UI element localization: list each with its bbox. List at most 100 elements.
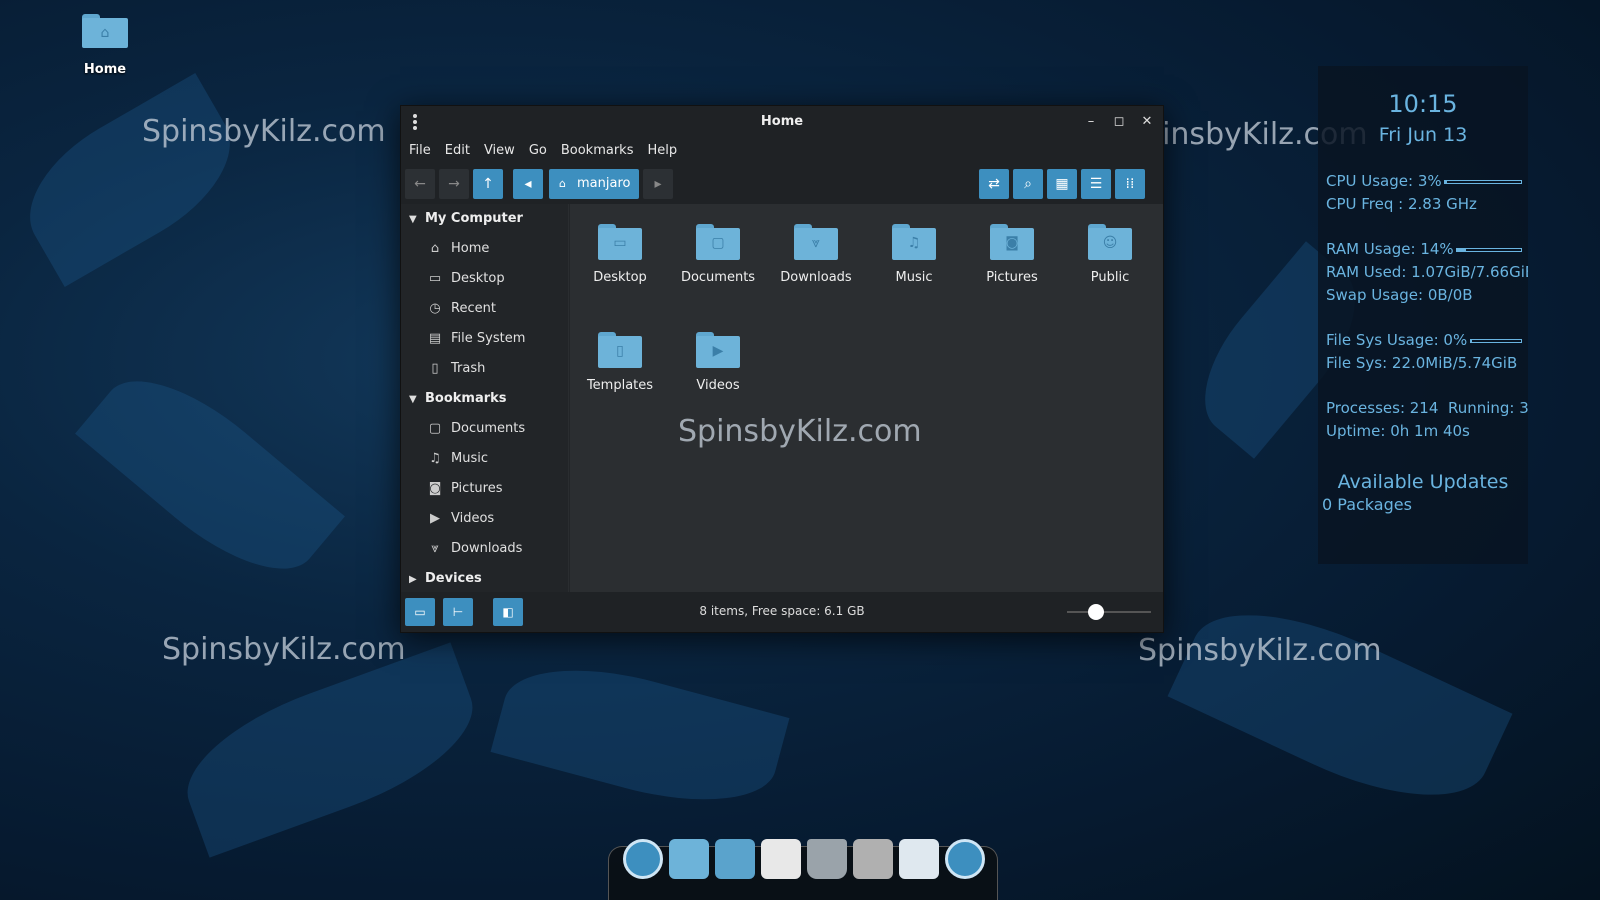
fs-usage-bar: [1470, 339, 1522, 343]
trash-dock-icon[interactable]: [807, 839, 847, 879]
fs-size: File Sys: 22.0MiB/5.74GiB: [1326, 354, 1518, 372]
recent-icon: ◷: [429, 301, 441, 316]
menu-help[interactable]: Help: [647, 138, 677, 164]
documents-folder-icon: ▢: [696, 224, 740, 260]
sidebar-item-music[interactable]: ♫ Music: [401, 444, 568, 474]
sidebar-item-home[interactable]: ⌂ Home: [401, 234, 568, 264]
processes: Processes: 214 Running: 3: [1326, 399, 1528, 417]
search-button[interactable]: ⌕: [1013, 169, 1043, 199]
file-item-music[interactable]: ♫ Music: [866, 224, 962, 285]
file-item-templates[interactable]: ▯ Templates: [572, 332, 668, 393]
grid-icon: ▦: [1055, 176, 1069, 192]
sidebar-item-videos[interactable]: ▶ Videos: [401, 504, 568, 534]
file-manager-window: Home – ◻ ✕ File Edit View Go Bookmarks H…: [400, 105, 1164, 633]
back-button[interactable]: ←: [405, 169, 435, 199]
sidebar-item-recent[interactable]: ◷ Recent: [401, 294, 568, 324]
sidebar: ▼ My Computer ⌂ Home ▭ Desktop ◷ Recent ▤ Fil…: [401, 204, 569, 594]
up-button[interactable]: ↑: [473, 169, 503, 199]
path-right-button[interactable]: ▸: [643, 169, 673, 199]
music-icon: ♫: [429, 451, 441, 466]
menu-edit[interactable]: Edit: [445, 138, 470, 164]
system-monitor-widget: 10:15 Fri Jun 13 CPU Usage: 3% CPU Freq …: [1318, 66, 1528, 564]
zoom-slider[interactable]: [1067, 604, 1151, 620]
desktop-home-icon[interactable]: ⌂ Home: [60, 14, 150, 77]
wallpaper-leaf: [75, 349, 345, 601]
music-folder-icon: ♫: [892, 224, 936, 260]
sidebar-item-desktop[interactable]: ▭ Desktop: [401, 264, 568, 294]
sidebar-item-documents[interactable]: ▢ Documents: [401, 414, 568, 444]
desktop-folder-icon: ▭: [598, 224, 642, 260]
sidebar-item-file-system[interactable]: ▤ File System: [401, 324, 568, 354]
wallpaper-leaf: [168, 642, 492, 858]
chevron-down-icon: ▼: [409, 214, 417, 225]
swap-usage: Swap Usage: 0B/0B: [1326, 286, 1473, 304]
sidebar-item-pictures[interactable]: ◙ Pictures: [401, 474, 568, 504]
download-icon: ⩔: [431, 541, 439, 556]
cpu-freq: CPU Freq : 2.83 GHz: [1326, 195, 1477, 213]
power-dock-icon[interactable]: [945, 839, 985, 879]
minimize-button[interactable]: –: [1081, 112, 1101, 132]
path-left-button[interactable]: ◂: [513, 169, 543, 199]
templates-folder-icon: ▯: [598, 332, 642, 368]
toolbar: ← → ↑ ◂ ⌂ manjaro ▸ ⇄ ⌕ ▦ ☰ ⁞⁞: [401, 164, 1163, 204]
menu-bookmarks[interactable]: Bookmarks: [561, 138, 634, 164]
desktop-icon: ▭: [428, 271, 442, 286]
camera-icon: ◙: [428, 481, 442, 496]
section-devices[interactable]: ▶ Devices: [401, 564, 568, 594]
toggle-location-button[interactable]: ⇄: [979, 169, 1009, 199]
path-label: manjaro: [577, 176, 631, 191]
file-item-videos[interactable]: ▶ Videos: [670, 332, 766, 393]
wallpaper-leaf: [1167, 578, 1513, 832]
forward-button[interactable]: →: [439, 169, 469, 199]
home-icon: ⌂: [430, 241, 440, 256]
list-icon: ☰: [1089, 176, 1103, 192]
clock-time: 10:15: [1388, 90, 1458, 118]
fs-usage: File Sys Usage: 0%: [1318, 329, 1528, 352]
file-item-documents[interactable]: ▢ Documents: [670, 224, 766, 285]
compact-view-button[interactable]: ⁞⁞: [1115, 169, 1145, 199]
window-title: Home: [760, 114, 804, 129]
file-item-pictures[interactable]: ◙ Pictures: [964, 224, 1060, 285]
cpu-usage-bar: [1444, 180, 1522, 184]
sidebar-item-trash[interactable]: ▯ Trash: [401, 354, 568, 384]
dock: [608, 839, 998, 900]
icon-view-button[interactable]: ▦: [1047, 169, 1077, 199]
manjaro-logo-icon[interactable]: [623, 839, 663, 879]
file-item-desktop[interactable]: ▭ Desktop: [572, 224, 668, 285]
pictures-folder-icon: ◙: [990, 224, 1034, 260]
home-folder-dock-icon[interactable]: [669, 839, 709, 879]
sidebar-item-downloads[interactable]: ⩔ Downloads: [401, 534, 568, 564]
path-button-manjaro[interactable]: ⌂ manjaro: [549, 169, 639, 199]
file-view[interactable]: ▭ Desktop ▢ Documents ⩔ Downloads ♫ Musi…: [570, 204, 1163, 594]
menu-file[interactable]: File: [409, 138, 431, 164]
list-view-button[interactable]: ☰: [1081, 169, 1111, 199]
section-bookmarks[interactable]: ▼ Bookmarks: [401, 384, 568, 414]
chevron-right-icon: ▶: [409, 574, 417, 585]
watermark: SpinsbyKilz.com: [162, 632, 406, 667]
text-editor-dock-icon[interactable]: [761, 839, 801, 879]
maximize-button[interactable]: ◻: [1109, 112, 1129, 132]
menu-view[interactable]: View: [484, 138, 515, 164]
section-my-computer[interactable]: ▼ My Computer: [401, 204, 568, 234]
status-text: 8 items, Free space: 6.1 GB: [699, 604, 865, 618]
clock-date: Fri Jun 13: [1378, 124, 1468, 146]
cpu-usage: CPU Usage: 3%: [1318, 170, 1528, 193]
search-icon: ⌕: [1024, 176, 1032, 192]
title-bar[interactable]: Home – ◻ ✕: [401, 106, 1163, 138]
home-folder-icon: ⌂: [82, 14, 128, 48]
close-button[interactable]: ✕: [1137, 112, 1157, 132]
status-bar: ▭ ⊢ ◧ 8 items, Free space: 6.1 GB: [401, 592, 1163, 632]
info-dock-icon[interactable]: [899, 839, 939, 879]
wallpaper-leaf: [490, 645, 790, 825]
public-folder-icon: ☺: [1088, 224, 1132, 260]
menu-go[interactable]: Go: [529, 138, 547, 164]
file-item-downloads[interactable]: ⩔ Downloads: [768, 224, 864, 285]
ram-usage-bar: [1456, 248, 1522, 252]
watermark: SpinsbyKilz.com: [1138, 633, 1382, 668]
menu-bar: File Edit View Go Bookmarks Help: [401, 138, 1163, 164]
file-manager-dock-icon[interactable]: [715, 839, 755, 879]
desktop-icon-label: Home: [83, 62, 127, 77]
volume-dock-icon[interactable]: [853, 839, 893, 879]
file-item-public[interactable]: ☺ Public: [1062, 224, 1158, 285]
uptime: Uptime: 0h 1m 40s: [1326, 422, 1470, 440]
